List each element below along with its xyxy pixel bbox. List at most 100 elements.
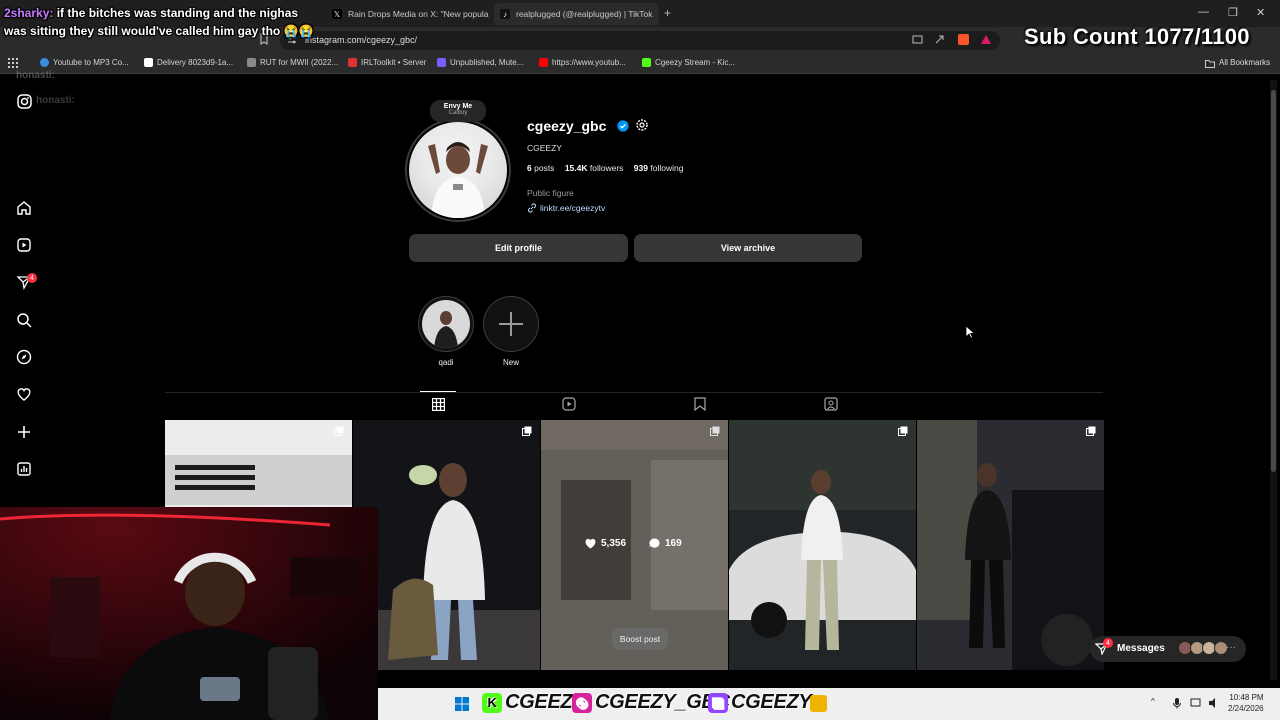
tab-rain-drops-media[interactable]: 𝕏 Rain Drops Media on X: "New popula: [332, 3, 492, 25]
rockstar-app-icon[interactable]: [810, 695, 827, 712]
webcam-feed: [0, 507, 378, 720]
active-tab-indicator: [420, 391, 456, 392]
globe-icon: [40, 58, 49, 67]
volume-icon[interactable]: [1208, 697, 1220, 709]
tab-saved-icon[interactable]: [692, 396, 708, 412]
bookmark-unpublished[interactable]: Unpublished, Mute...: [437, 58, 523, 67]
posts-label: posts: [534, 163, 555, 173]
clock-date: 2/24/2026: [1228, 704, 1264, 713]
view-archive-button[interactable]: View archive: [634, 234, 862, 262]
instagram-logo-icon[interactable]: [15, 92, 33, 110]
twitch-handle-text: CGEEZY: [731, 691, 812, 713]
profile-photo: [428, 142, 488, 218]
highlight-qadi[interactable]: [418, 296, 474, 352]
carousel-icon: [522, 426, 532, 436]
tab-tiktok-realplugged[interactable]: ♪ realplugged (@realplugged) | TikTok: [494, 3, 659, 25]
url-text: instagram.com/cgeezy_gbc/: [305, 35, 418, 45]
avatar[interactable]: [409, 122, 507, 218]
screen: { "browser": { "tabs": [ {"label": "Rain…: [0, 0, 1280, 720]
profile-category: Public figure: [527, 188, 574, 198]
tab-posts-grid-icon[interactable]: [430, 396, 446, 412]
home-icon[interactable]: [15, 199, 33, 217]
post-comment-count: 169: [648, 537, 682, 549]
heart-icon[interactable]: [15, 385, 33, 403]
microphone-icon[interactable]: [1172, 697, 1182, 709]
twitch-icon: ▣: [708, 692, 728, 713]
stream-chat-message: 2sharky: if the bitches was standing and…: [4, 4, 314, 40]
tab-reels-icon[interactable]: [561, 396, 577, 412]
search-icon[interactable]: [15, 311, 33, 329]
close-window-icon[interactable]: ✕: [1256, 6, 1265, 19]
x-logo-icon: 𝕏: [332, 9, 342, 19]
profile-note-bubble[interactable]: Envy Me Calboy: [430, 100, 486, 122]
mouse-cursor-icon: [965, 325, 975, 339]
bookmark-delivery[interactable]: Delivery 8023d9-1a...: [144, 58, 233, 67]
share-icon[interactable]: [934, 34, 945, 45]
bookmark-kick-stream[interactable]: Cgeezy Stream - Kic...: [642, 58, 735, 67]
twitch-handle: ▣ CGEEZY: [708, 691, 812, 714]
post-thumbnail-5[interactable]: [917, 420, 1104, 670]
explore-icon[interactable]: [15, 348, 33, 366]
following-link[interactable]: 939 following: [634, 163, 684, 173]
bookmark-irltoolkit[interactable]: IRLToolkit • Server: [348, 58, 426, 67]
edit-profile-button[interactable]: Edit profile: [409, 234, 628, 262]
new-tab-button[interactable]: +: [664, 6, 671, 20]
windows-start-icon[interactable]: [452, 694, 472, 714]
brave-rewards-icon[interactable]: [980, 34, 992, 45]
followers-label: followers: [589, 163, 624, 173]
all-bookmarks-link[interactable]: All Bookmarks: [1219, 58, 1270, 67]
rut-icon: [247, 58, 256, 67]
carousel-icon: [898, 426, 908, 436]
tab-tagged-icon[interactable]: [823, 396, 839, 412]
settings-gear-icon[interactable]: [635, 118, 649, 132]
post-thumbnail-4[interactable]: [729, 420, 916, 670]
sub-count-goal: Sub Count 1077/1100: [1024, 24, 1250, 50]
bookmark-youtube-to-mp3[interactable]: Youtube to MP3 Co...: [40, 58, 129, 67]
link-icon: [528, 203, 536, 213]
sub-count-value: 1077/1100: [1144, 24, 1250, 49]
tab-label: Rain Drops Media on X: "New popula: [348, 9, 489, 19]
minimize-icon[interactable]: —: [1198, 6, 1209, 18]
kick-icon: [642, 58, 651, 67]
scrollbar-thumb[interactable]: [1271, 90, 1276, 472]
brave-shields-icon[interactable]: [958, 34, 969, 45]
bookmark-label: Youtube to MP3 Co...: [53, 58, 129, 67]
boost-post-button[interactable]: Boost post: [612, 628, 668, 650]
apps-grid-icon[interactable]: [8, 58, 18, 68]
following-count: 939: [633, 163, 648, 173]
plus-icon: [499, 312, 523, 336]
carousel-icon: [710, 426, 720, 436]
post-thumbnail-2[interactable]: [353, 420, 540, 670]
instagram-icon: ◎: [572, 692, 592, 713]
tray-overflow-icon[interactable]: ^: [1151, 697, 1155, 706]
bio-link[interactable]: linktr.ee/cgeezytv: [527, 203, 605, 213]
bookmark-youtube[interactable]: https://www.youtub...: [539, 58, 626, 67]
verified-badge-icon: [617, 120, 629, 132]
post-image: [729, 420, 916, 670]
more-dots-icon[interactable]: ···: [1226, 642, 1236, 653]
carousel-icon: [334, 426, 344, 436]
notifications-badge: 4: [27, 273, 37, 283]
reels-icon[interactable]: [15, 236, 33, 254]
comments-value: 169: [665, 537, 682, 549]
highlight-photo: [422, 300, 470, 348]
messages-label: Messages: [1117, 643, 1165, 654]
faded-chat-user: honasti:: [16, 70, 55, 81]
likes-value: 5,356: [601, 537, 627, 549]
maximize-icon[interactable]: ❐: [1228, 6, 1238, 19]
create-icon[interactable]: [15, 423, 33, 441]
cast-icon[interactable]: [912, 35, 923, 45]
network-icon[interactable]: [1190, 697, 1202, 709]
kick-handle: K CGEEZY: [482, 691, 586, 714]
new-highlight-button[interactable]: [483, 296, 539, 352]
post-image: [917, 420, 1104, 670]
instagram-handle: ◎ CGEEZY_GBC: [572, 691, 730, 714]
followers-link[interactable]: 15.4K followers: [565, 163, 624, 173]
taskbar-clock[interactable]: 10:48 PM 2/24/2026: [1228, 692, 1264, 714]
profile-username: cgeezy_gbc: [527, 118, 607, 134]
dashboard-icon[interactable]: [15, 460, 33, 478]
highlight-cover: [422, 300, 470, 348]
bookmark-rut-mwii[interactable]: RUT for MWII (2022...: [247, 58, 338, 67]
followers-count: 15.4K: [564, 163, 588, 173]
youtube-icon: [539, 58, 548, 67]
